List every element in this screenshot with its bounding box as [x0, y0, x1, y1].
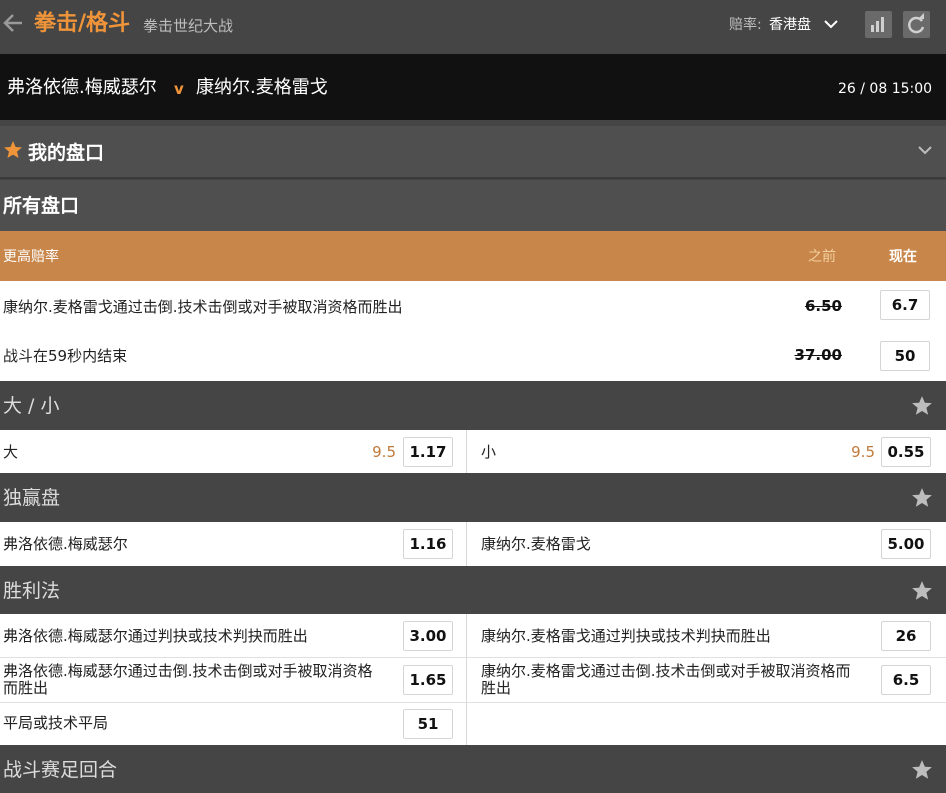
star-icon[interactable] — [911, 487, 933, 509]
selection-label: 大 — [3, 443, 19, 461]
selection-label: 康纳尔.麦格雷戈 — [481, 535, 591, 553]
market-header-moneyline[interactable] — [0, 473, 946, 522]
all-markets-label: 所有盘口 — [3, 195, 80, 217]
selection-label: 平局或技术平局 — [3, 714, 109, 732]
price-button[interactable]: 1.65 — [403, 665, 453, 695]
arrow-left-icon[interactable] — [2, 6, 26, 40]
star-icon[interactable] — [911, 395, 933, 417]
selection-label: 康纳尔.麦格雷戈通过判抉或技术判抉而胜出 — [481, 627, 771, 645]
market-row — [0, 522, 946, 566]
versus-label: v — [174, 80, 184, 98]
event-subtitle: 拳击世纪大战 — [143, 17, 234, 35]
previous-price: 37.00 — [794, 346, 842, 364]
selection-label: 弗洛依德.梅威瑟尔 — [3, 535, 128, 553]
previous-price: 6.50 — [804, 297, 842, 315]
all-markets-header — [0, 180, 946, 231]
my-markets-header[interactable] — [0, 126, 946, 179]
bar-chart-icon[interactable] — [865, 11, 892, 38]
refresh-icon[interactable] — [903, 11, 930, 38]
market-title: 战斗赛足回合 — [3, 759, 118, 781]
chevron-down-icon[interactable] — [916, 139, 934, 161]
market-title: 独赢盘 — [3, 487, 61, 509]
price-button[interactable]: 0.55 — [881, 437, 931, 467]
market-title: 大 / 小 — [3, 395, 60, 417]
selection-label: 康纳尔.麦格雷戈通过击倒.技术击倒或对手被取消资格而胜出 — [481, 662, 851, 697]
price-button[interactable]: 50 — [880, 341, 930, 371]
star-icon[interactable] — [911, 759, 933, 781]
selection-label: 战斗在59秒内结束 — [3, 347, 128, 365]
handicap-line: 9.5 — [372, 443, 396, 461]
market-row — [0, 430, 946, 473]
divider — [0, 657, 946, 658]
market-header-rounds[interactable] — [0, 745, 946, 793]
selection-label: 康纳尔.麦格雷戈通过击倒.技术击倒或对手被取消资格而胜出 — [3, 298, 403, 316]
column-before-label: 之前 — [808, 249, 836, 265]
my-markets-label: 我的盘口 — [28, 142, 105, 164]
market-header-over-under[interactable] — [0, 381, 946, 430]
price-button[interactable]: 1.16 — [403, 529, 453, 559]
market-title: 胜利法 — [3, 580, 61, 602]
higher-odds-title: 更高赔率 — [3, 249, 59, 265]
selection-label: 小 — [481, 443, 497, 461]
divider — [0, 702, 946, 703]
higher-odds-header — [0, 231, 946, 281]
divider — [466, 614, 467, 745]
sport-title[interactable]: 拳击/格斗 — [34, 9, 130, 39]
price-button[interactable]: 26 — [881, 621, 931, 651]
odds-format-select[interactable]: 香港盘 — [769, 14, 811, 36]
column-now-label: 现在 — [889, 249, 917, 265]
price-button[interactable]: 6.7 — [880, 290, 930, 320]
home-team: 弗洛依德.梅威瑟尔 — [7, 77, 157, 98]
handicap-line: 9.5 — [851, 443, 875, 461]
chevron-down-icon[interactable] — [822, 12, 840, 36]
match-datetime: 26 / 08 15:00 — [838, 81, 933, 97]
market-header-method[interactable] — [0, 566, 946, 614]
divider — [466, 430, 467, 473]
price-button[interactable]: 5.00 — [881, 529, 931, 559]
price-button[interactable]: 6.5 — [881, 665, 931, 695]
divider — [466, 522, 467, 566]
price-button[interactable]: 51 — [403, 709, 453, 739]
odds-format-label: 赔率: — [729, 17, 762, 33]
star-icon — [3, 140, 23, 160]
selection-label: 弗洛依德.梅威瑟尔通过击倒.技术击倒或对手被取消资格而胜出 — [3, 662, 373, 697]
price-button[interactable]: 3.00 — [403, 621, 453, 651]
selection-label: 弗洛依德.梅威瑟尔通过判抉或技术判抉而胜出 — [3, 627, 308, 645]
away-team: 康纳尔.麦格雷戈 — [196, 77, 328, 98]
price-button[interactable]: 1.17 — [403, 437, 453, 467]
star-icon[interactable] — [911, 580, 933, 602]
